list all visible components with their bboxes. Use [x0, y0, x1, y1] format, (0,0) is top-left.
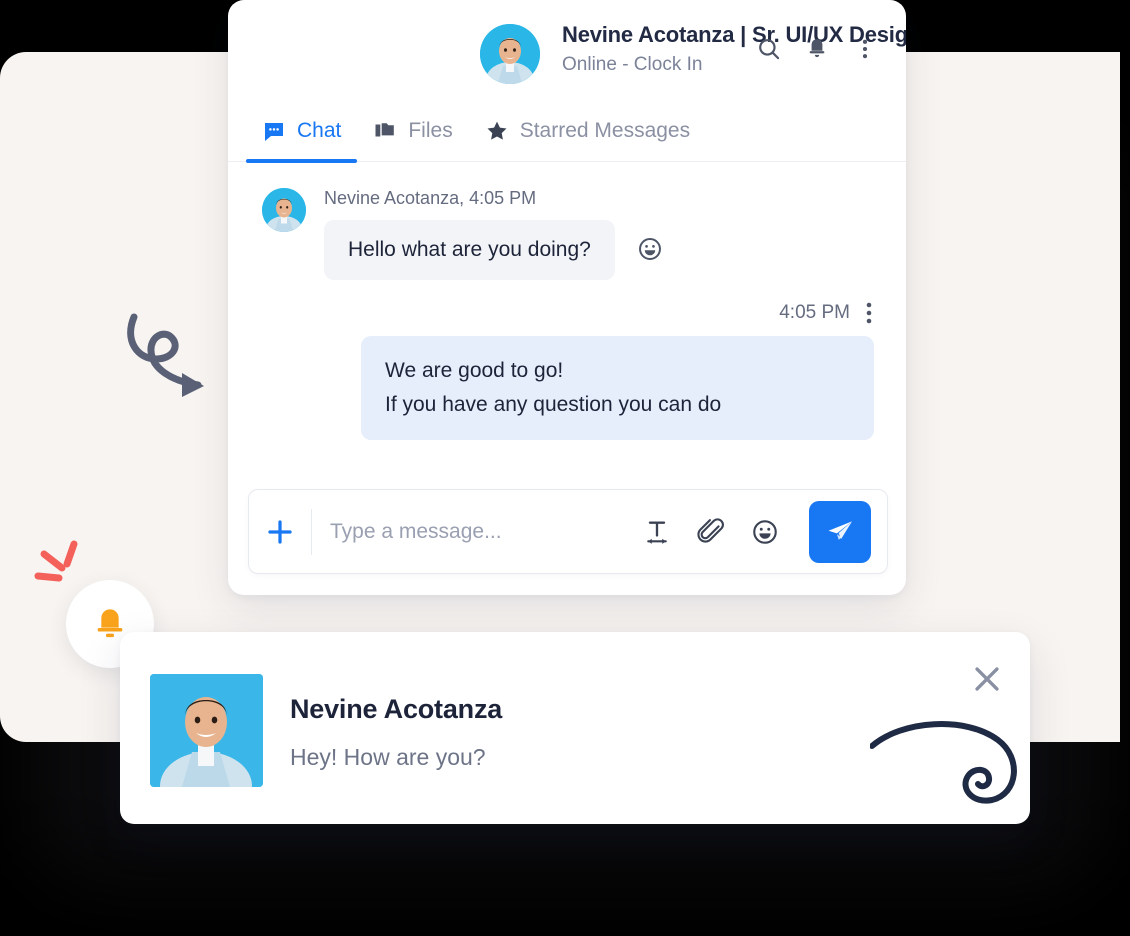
avatar	[262, 188, 306, 232]
avatar	[480, 24, 540, 84]
message-bubble-incoming: Hello what are you doing?	[324, 220, 615, 280]
notification-message: Hey! How are you?	[290, 744, 486, 770]
search-icon[interactable]	[756, 36, 782, 62]
message-meta: Nevine Acotanza, 4:05 PM	[324, 188, 537, 208]
message-composer	[248, 489, 888, 574]
screenshot-root: Nevine Acotanza | Sr. UI/UX Designer Onl…	[0, 0, 1130, 936]
paperclip-icon[interactable]	[697, 517, 725, 546]
message-list: Nevine Acotanza, 4:05 PM Hello what are …	[0, 162, 906, 441]
header-actions	[756, 36, 878, 62]
text-format-icon[interactable]	[643, 518, 671, 546]
tab-chat[interactable]: Chat	[246, 100, 358, 163]
smiley-face-icon[interactable]	[637, 236, 663, 262]
avatar-image	[150, 674, 263, 787]
emoji-icon[interactable]	[751, 518, 779, 546]
send-icon	[828, 520, 852, 540]
add-attachment-button[interactable]	[249, 517, 311, 547]
message-timestamp: 4:05 PM	[779, 302, 850, 323]
notification-toast: Nevine Acotanza Hey! How are you?	[120, 632, 1030, 824]
send-button[interactable]	[809, 500, 871, 563]
bell-icon[interactable]	[804, 36, 830, 62]
tab-bar: Chat Files Starred Messages	[228, 100, 906, 163]
tab-starred-label: Starred Messages	[519, 118, 691, 142]
notification-sender-name: Nevine Acotanza	[290, 694, 503, 724]
message-outgoing: 4:05 PM We are good to go! If you have a…	[0, 280, 906, 441]
message-meta: 4:05 PM	[0, 302, 874, 324]
tab-files-label: Files	[408, 118, 453, 142]
star-icon	[487, 121, 507, 140]
plus-icon	[268, 519, 292, 544]
composer-icons	[643, 517, 785, 546]
message-incoming: Nevine Acotanza, 4:05 PM Hello what are …	[0, 162, 906, 280]
message-bubble-outgoing: We are good to go! If you have any quest…	[361, 336, 874, 441]
more-vertical-icon[interactable]	[866, 302, 872, 324]
close-icon[interactable]	[970, 662, 1004, 696]
avatar	[150, 674, 263, 787]
message-input[interactable]	[312, 519, 643, 544]
tab-starred-messages[interactable]: Starred Messages	[469, 100, 706, 162]
bubble-row: Hello what are you doing?	[324, 220, 906, 280]
folder-copy-icon	[375, 121, 396, 137]
tab-chat-label: Chat	[297, 118, 342, 142]
avatar-image	[480, 24, 540, 84]
swirl-flourish-icon	[870, 721, 1017, 804]
chat-bubble-icon	[265, 122, 283, 141]
chat-header: Nevine Acotanza | Sr. UI/UX Designer Onl…	[228, 0, 906, 96]
tab-files[interactable]: Files	[357, 100, 468, 162]
message-line-1: We are good to go!	[385, 359, 564, 382]
more-vertical-icon[interactable]	[852, 36, 878, 62]
avatar-image	[262, 188, 306, 232]
message-line-2: If you have any question you can do	[385, 393, 722, 417]
